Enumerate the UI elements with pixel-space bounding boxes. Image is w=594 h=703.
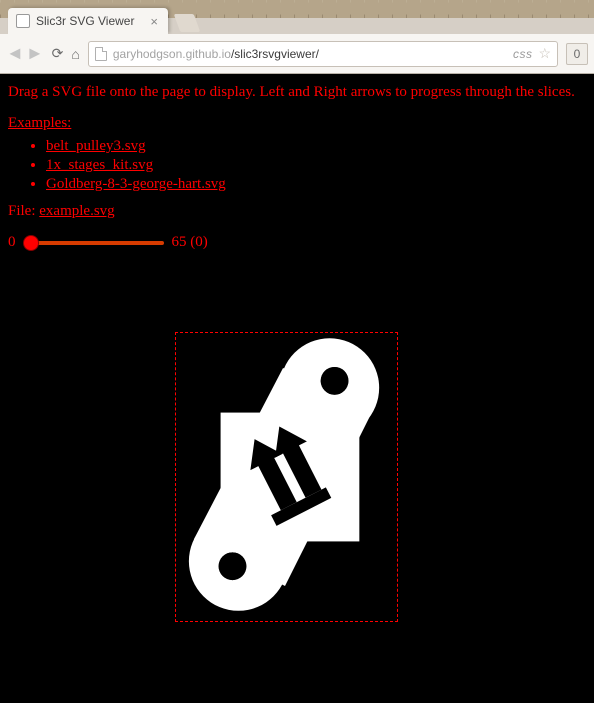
home-button[interactable]: ⌂ (71, 46, 79, 62)
browser-chrome: Slic3r SVG Viewer × ◄ ► ⟳ ⌂ garyhodgson.… (0, 0, 594, 74)
bookmark-star-icon[interactable]: ☆ (538, 45, 551, 62)
file-label: File: (8, 203, 39, 219)
reload-button[interactable]: ⟳ (52, 45, 64, 62)
extension-badge[interactable]: 0 (566, 43, 588, 65)
tab-active[interactable]: Slic3r SVG Viewer × (8, 8, 168, 34)
forward-button[interactable]: ► (26, 43, 44, 64)
new-tab-button[interactable] (174, 14, 201, 32)
toolbar: ◄ ► ⟳ ⌂ garyhodgson.github.io/slic3rsvgv… (0, 34, 594, 74)
slice-slider-row: 0 65 (0) (8, 234, 586, 251)
examples-heading: Examples: (8, 115, 586, 132)
examples-heading-link[interactable]: Examples: (8, 115, 71, 131)
slider-current-label: 0 (195, 234, 203, 250)
extension-badge-count: 0 (574, 47, 581, 61)
page-icon (95, 47, 107, 61)
address-bar[interactable]: garyhodgson.github.io/slic3rsvgviewer/ c… (88, 41, 558, 67)
list-item: 1x_stages_kit.svg (46, 157, 586, 174)
slider-max-label: 65 (172, 234, 187, 250)
tab-close-icon[interactable]: × (150, 15, 158, 28)
back-button[interactable]: ◄ (6, 43, 24, 64)
example-link[interactable]: 1x_stages_kit.svg (46, 157, 153, 173)
file-line: File: example.svg (8, 203, 586, 220)
list-item: Goldberg-8-3-george-hart.svg (46, 176, 586, 193)
viewer-page: Drag a SVG file onto the page to display… (0, 74, 594, 703)
url-host: garyhodgson.github.io (113, 47, 231, 61)
slice-canvas[interactable] (175, 332, 398, 622)
slider-max-value: 65 (0) (172, 234, 208, 251)
slider-min-label: 0 (8, 234, 16, 251)
example-link[interactable]: belt_pulley3.svg (46, 138, 146, 154)
css-extension-icon[interactable]: css (513, 47, 533, 61)
example-link[interactable]: Goldberg-8-3-george-hart.svg (46, 176, 226, 192)
nav-arrows: ◄ ► (6, 43, 44, 64)
slice-svg (176, 333, 397, 621)
url-path: /slic3rsvgviewer/ (231, 47, 319, 61)
tab-strip: Slic3r SVG Viewer × (8, 8, 594, 34)
instructions-text: Drag a SVG file onto the page to display… (8, 84, 586, 101)
slice-slider[interactable] (24, 241, 164, 245)
tab-title: Slic3r SVG Viewer (36, 14, 134, 28)
examples-list: belt_pulley3.svg 1x_stages_kit.svg Goldb… (8, 138, 586, 193)
slider-thumb[interactable] (24, 236, 38, 250)
favicon-icon (16, 14, 30, 28)
list-item: belt_pulley3.svg (46, 138, 586, 155)
file-name-link[interactable]: example.svg (39, 203, 114, 219)
